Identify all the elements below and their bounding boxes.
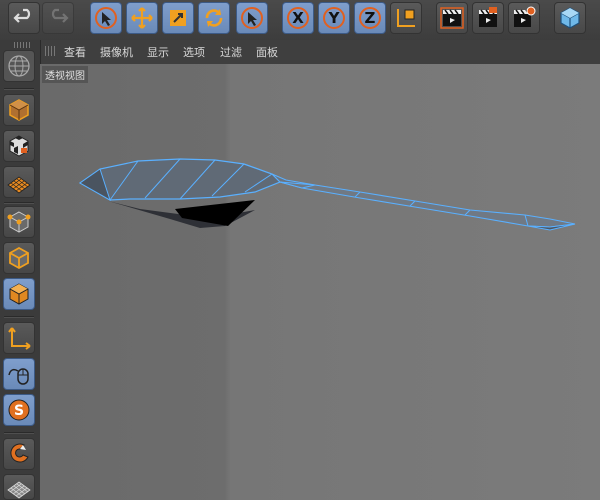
menu-camera[interactable]: 摄像机	[100, 44, 133, 60]
snap-button[interactable]: S	[3, 394, 35, 426]
viewport-menubar: 查看 摄像机 显示 选项 过滤 面板	[40, 40, 600, 65]
redo-arrow-icon	[51, 8, 69, 23]
coordinate-system-button[interactable]	[390, 2, 422, 34]
undo-button[interactable]	[8, 2, 40, 34]
move-tool-button[interactable]	[126, 2, 158, 34]
points-mode-icon	[7, 211, 31, 233]
sphere-grid-icon	[8, 55, 30, 77]
clapper-icon	[479, 7, 497, 27]
last-tool-button[interactable]	[236, 2, 268, 34]
y-axis-lock-button[interactable]: Y	[318, 2, 350, 34]
snap-icon: S	[8, 399, 30, 421]
cube-object-button[interactable]	[554, 2, 586, 34]
spoon-mesh[interactable]	[40, 64, 600, 500]
palette-grip-icon[interactable]	[14, 42, 30, 48]
workplane-button[interactable]	[3, 166, 35, 198]
scale-square-icon	[170, 10, 186, 26]
model-mode-button[interactable]	[3, 94, 35, 126]
magnet-icon	[10, 443, 29, 463]
clapper-icon	[440, 7, 464, 29]
svg-text:S: S	[14, 403, 24, 419]
polygons-mode-button[interactable]	[3, 278, 35, 310]
live-selection-button[interactable]	[90, 2, 122, 34]
axis-mode-icon	[8, 327, 31, 350]
cursor-arrow-icon	[241, 7, 263, 29]
tweak-mode-button[interactable]	[3, 358, 35, 390]
axes-cube-icon	[397, 9, 415, 27]
clapper-gear-icon	[514, 6, 536, 27]
render-settings-button[interactable]	[508, 2, 540, 34]
perspective-viewport[interactable]: 透视视图	[40, 64, 600, 500]
main-toolbar: X Y Z	[0, 0, 600, 41]
x-axis-label: X	[292, 9, 304, 27]
workplane-icon	[7, 176, 31, 194]
points-mode-button[interactable]	[3, 206, 35, 238]
z-axis-label: Z	[364, 9, 376, 27]
render-picture-viewer-button[interactable]	[472, 2, 504, 34]
axis-mode-button[interactable]	[3, 322, 35, 354]
tweak-mode-icon	[8, 368, 29, 385]
z-axis-lock-button[interactable]: Z	[354, 2, 386, 34]
cursor-arrow-icon	[95, 7, 117, 29]
render-view-button[interactable]	[436, 2, 468, 34]
panel-grip-icon[interactable]	[45, 46, 55, 56]
undo-arrow-icon	[13, 8, 31, 23]
rotate-arrows-icon	[205, 9, 223, 27]
texture-mode-icon	[9, 135, 29, 157]
edges-mode-icon	[9, 246, 29, 270]
x-axis-lock-button[interactable]: X	[282, 2, 314, 34]
magnet-button[interactable]	[3, 438, 35, 470]
cube-icon	[560, 7, 580, 29]
menu-options[interactable]: 选项	[183, 44, 205, 60]
menu-filter[interactable]: 过滤	[220, 44, 242, 60]
floor-grid-button[interactable]	[3, 474, 35, 500]
texture-mode-button[interactable]	[3, 130, 35, 162]
model-mode-icon	[9, 99, 29, 121]
redo-button[interactable]	[42, 2, 74, 34]
spoon-handle-face	[279, 181, 576, 228]
polygons-mode-icon	[9, 283, 29, 305]
spoon-bowl-face	[78, 158, 282, 201]
menu-panel[interactable]: 面板	[256, 44, 278, 60]
floor-grid-icon	[7, 481, 31, 499]
mode-palette: S	[0, 40, 41, 500]
menu-display[interactable]: 显示	[147, 44, 169, 60]
y-axis-label: Y	[328, 9, 340, 27]
move-cross-icon	[131, 7, 153, 29]
rotate-tool-button[interactable]	[198, 2, 230, 34]
menu-view[interactable]: 查看	[64, 44, 86, 60]
scale-tool-button[interactable]	[162, 2, 194, 34]
sphere-grid-button[interactable]	[3, 50, 35, 82]
edges-mode-button[interactable]	[3, 242, 35, 274]
